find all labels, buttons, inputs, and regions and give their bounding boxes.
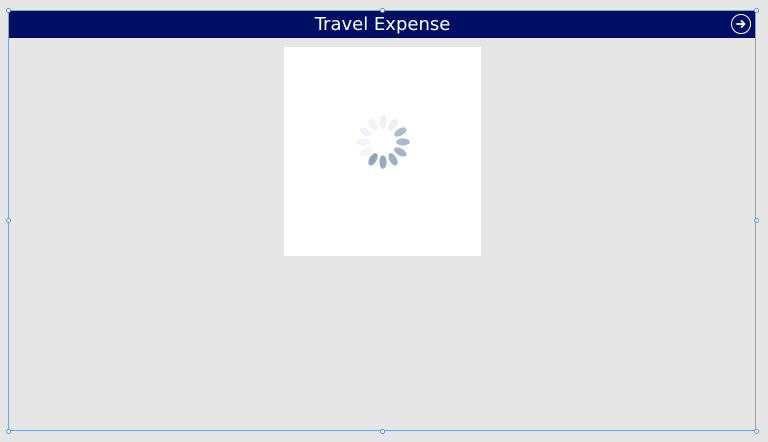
resize-handle-middle-left[interactable] — [6, 218, 11, 223]
page-title: Travel Expense — [314, 14, 451, 35]
spinner-petal — [396, 138, 410, 146]
resize-handle-top-center[interactable] — [380, 8, 385, 13]
arrow-right-icon — [736, 20, 746, 28]
resize-handle-top-left[interactable] — [6, 8, 11, 13]
resize-handle-middle-right[interactable] — [754, 218, 759, 223]
resize-handle-bottom-left[interactable] — [6, 429, 11, 434]
resize-handle-bottom-right[interactable] — [754, 429, 759, 434]
next-button[interactable] — [731, 14, 751, 34]
loading-card — [284, 47, 481, 256]
header-bar: Travel Expense — [9, 11, 756, 38]
spinner-petal — [379, 155, 387, 169]
spinner-petal — [356, 138, 370, 146]
app-canvas: Travel Expense — [0, 0, 768, 442]
spinner-petal — [379, 115, 387, 129]
loading-spinner-icon — [356, 115, 410, 169]
resize-handle-top-right[interactable] — [754, 8, 759, 13]
resize-handle-bottom-center[interactable] — [380, 429, 385, 434]
